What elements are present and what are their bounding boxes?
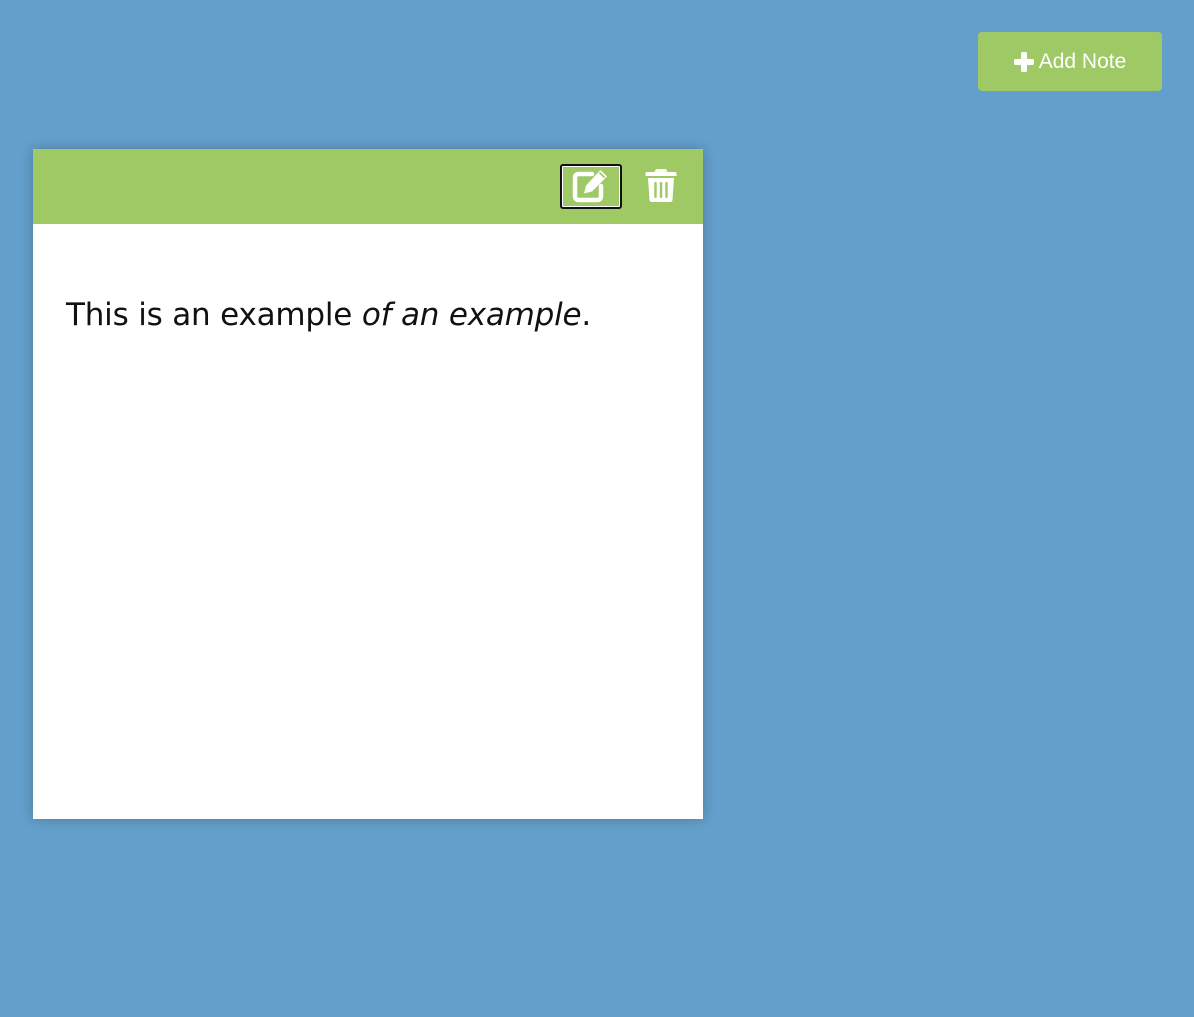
note-body: This is an example of an example. xyxy=(33,224,703,335)
note-text-end: . xyxy=(581,297,592,333)
edit-icon xyxy=(571,166,611,207)
note-text-italic: of an example xyxy=(361,297,582,333)
note-text: This is an example xyxy=(66,297,362,333)
add-note-label: Add Note xyxy=(1038,49,1127,73)
add-note-button[interactable]: Add Note xyxy=(978,32,1162,91)
trash-icon xyxy=(645,167,677,206)
edit-note-button[interactable] xyxy=(560,164,622,209)
delete-note-button[interactable] xyxy=(641,164,681,209)
note-card: This is an example of an example. xyxy=(33,149,703,819)
note-toolbar xyxy=(33,149,703,224)
plus-icon xyxy=(1013,51,1034,72)
